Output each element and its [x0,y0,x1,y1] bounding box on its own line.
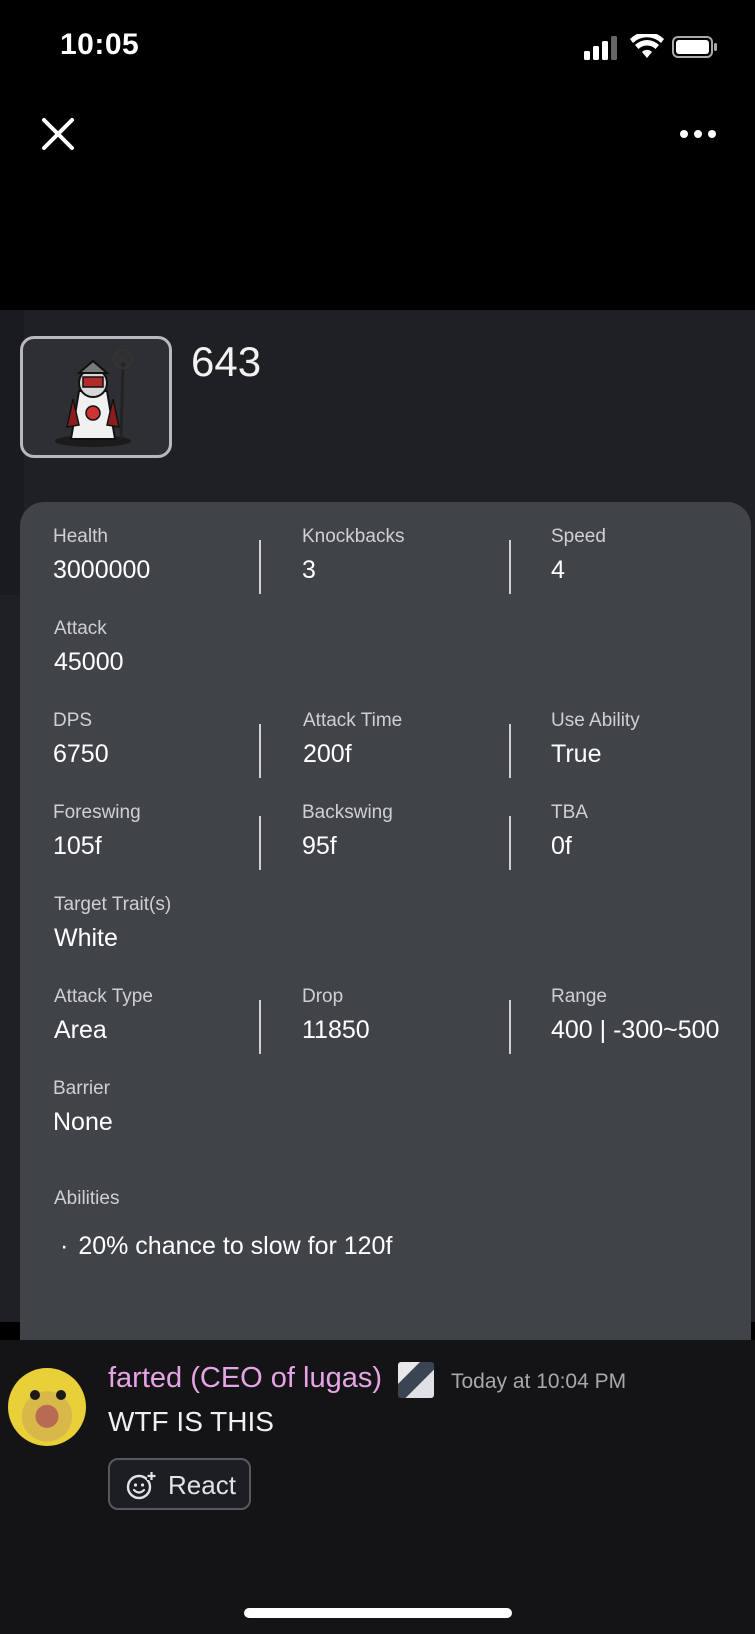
stat-value: 95f [302,832,337,860]
stat-attack: Attack 45000 [54,618,124,677]
add-reaction-icon [126,1471,156,1500]
abilities-title: Abilities [54,1188,120,1209]
stat-divider [259,724,261,778]
stat-value: 0f [551,832,572,860]
stat-value: White [54,924,118,952]
stat-divider [509,724,511,778]
stat-value: 11850 [302,1016,370,1044]
stat-value: 400 | -300~500 [551,1016,720,1044]
unit-name: 643 [191,338,262,385]
react-label: React [168,1470,236,1500]
stat-label: Attack Type [54,986,153,1007]
stat-backswing: Backswing 95f [302,802,393,861]
stat-divider [259,540,261,594]
avatar[interactable] [8,1368,86,1446]
cellular-signal-icon [584,36,617,60]
stat-value: 6750 [53,740,109,768]
ability-item: · 20% chance to slow for 120f [60,1232,392,1261]
unit-portrait [20,336,172,458]
message-timestamp: Today at 10:04 PM [451,1370,627,1393]
stat-value: 3000000 [53,556,151,584]
stat-value: None [53,1108,113,1136]
stat-label: Barrier [53,1078,111,1099]
avatar-eye [56,1390,66,1400]
chat-message: farted (CEO of lugas) Today at 10:04 PM … [0,1340,755,1634]
message-username[interactable]: farted (CEO of lugas) [108,1362,382,1395]
stat-label: TBA [551,802,588,823]
stat-divider [509,816,511,870]
stat-value: 4 [551,556,565,584]
stat-value: 105f [53,832,102,860]
stat-divider [259,816,261,870]
stat-drop: Drop 11850 [302,986,370,1045]
ability-bullet: · [60,1232,69,1260]
avatar-eye [30,1390,40,1400]
stat-label: DPS [53,710,93,731]
stat-divider [509,1000,511,1054]
close-icon[interactable] [38,114,78,154]
stat-value: 3 [302,556,316,584]
stat-health: Health 3000000 [53,526,150,585]
stat-label: Target Trait(s) [54,894,172,915]
stat-label: Range [551,986,607,1007]
home-indicator[interactable] [244,1608,512,1618]
role-badge-icon[interactable] [398,1362,434,1398]
stat-value: 200f [303,740,352,768]
stat-barrier: Barrier None [53,1078,113,1137]
stat-target-traits: Target Trait(s) White [54,894,171,953]
stat-range: Range 400 | -300~500 [551,986,719,1045]
stat-label: Backswing [302,802,393,823]
ability-text: 20% chance to slow for 120f [78,1232,393,1260]
stat-divider [509,540,511,594]
stat-label: Speed [551,526,606,547]
unit-sprite-icon [55,348,134,447]
more-options-icon[interactable] [676,120,720,148]
stat-attack-time: Attack Time 200f [303,710,402,769]
wifi-icon [630,34,664,58]
stat-value: 45000 [54,648,124,676]
stat-label: Drop [302,986,344,1007]
stat-use-ability: Use Ability True [551,710,640,769]
message-text: WTF IS THIS [108,1406,274,1437]
status-bar: 10:05 [0,0,755,96]
stat-value: Area [54,1016,107,1044]
stat-value: True [551,740,602,768]
stat-attack-type: Attack Type Area [54,986,153,1045]
stat-label: Foreswing [53,802,141,823]
stat-label: Attack Time [303,710,403,731]
react-button[interactable]: React [108,1458,251,1510]
stat-tba: TBA 0f [551,802,588,861]
image-attachment[interactable]: 643 Health 3000000 Knockbacks 3 Speed 4 … [0,310,755,1614]
stat-foreswing: Foreswing 105f [53,802,141,861]
stat-label: Use Ability [551,710,640,731]
viewer-toolbar [0,100,755,170]
status-time: 10:05 [60,28,140,61]
stat-label: Attack [54,618,107,639]
stat-label: Health [53,526,108,547]
stat-dps: DPS 6750 [53,710,109,769]
stat-divider [259,1000,261,1054]
stat-speed: Speed 4 [551,526,606,585]
battery-icon [672,36,717,58]
stat-label: Knockbacks [302,526,405,547]
stat-knockbacks: Knockbacks 3 [302,526,404,585]
